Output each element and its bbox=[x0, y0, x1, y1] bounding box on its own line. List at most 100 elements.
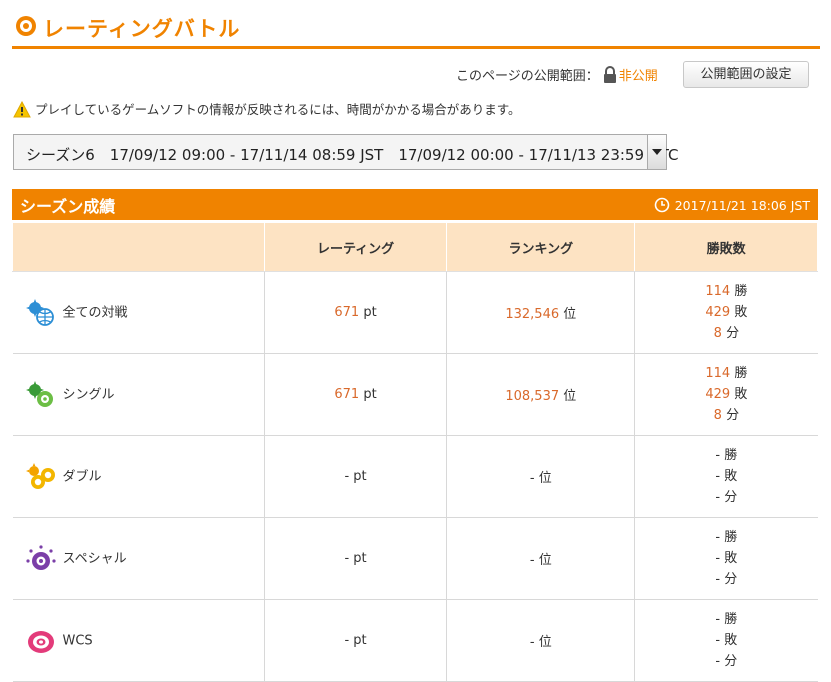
rating-cell: - pt bbox=[263, 435, 447, 518]
wins-unit: 勝 bbox=[724, 448, 738, 463]
wins-value: 114 bbox=[705, 284, 731, 299]
page-title: レーティングバトル bbox=[43, 17, 241, 41]
record-cell: 114 勝 429 敗 8 分 bbox=[634, 353, 818, 436]
table-row: WCS - pt - 位- 勝- 敗- 分 bbox=[12, 599, 818, 682]
rating-cell: 671 pt bbox=[263, 353, 447, 436]
rating-cell: 671 pt bbox=[263, 271, 447, 354]
column-header-ranking: ランキング bbox=[446, 222, 636, 272]
rating-cell: - pt bbox=[263, 599, 447, 682]
rating-unit: pt bbox=[363, 387, 377, 402]
mode-name: スペシャル bbox=[62, 551, 127, 566]
column-header-rating: レーティング bbox=[263, 222, 448, 272]
lock-icon bbox=[603, 66, 616, 83]
table-row: ダブル - pt - 位- 勝- 敗- 分 bbox=[12, 435, 818, 518]
ranking-unit: 位 bbox=[538, 553, 552, 568]
wins: 114 勝 bbox=[636, 281, 816, 302]
rating-unit: pt bbox=[353, 551, 367, 566]
record-cell: - 勝- 敗- 分 bbox=[634, 517, 818, 600]
losses-unit: 敗 bbox=[724, 633, 738, 648]
losses: - 敗 bbox=[636, 548, 816, 569]
ranking-value: 108,537 bbox=[505, 389, 560, 404]
wins-unit: 勝 bbox=[734, 284, 748, 299]
record-cell: - 勝- 敗- 分 bbox=[634, 435, 818, 518]
ranking-unit: 位 bbox=[563, 307, 577, 322]
draws: 8 分 bbox=[636, 323, 816, 344]
mode-cell: シングル bbox=[12, 353, 265, 436]
mode-name: 全ての対戦 bbox=[62, 305, 128, 320]
draws-value: 8 bbox=[713, 408, 722, 423]
rating-cell: - pt bbox=[263, 517, 447, 600]
ranking-unit: 位 bbox=[538, 471, 552, 486]
losses-unit: 敗 bbox=[734, 305, 748, 320]
ranking-unit: 位 bbox=[538, 635, 552, 650]
losses-unit: 敗 bbox=[734, 387, 748, 402]
ranking-cell: - 位 bbox=[446, 599, 635, 682]
season-results-table: レーティング ランキング 勝敗数 全ての対戦 671 pt 132,546 位 114… bbox=[12, 222, 818, 682]
season-select[interactable]: シーズン6 17/09/12 09:00 - 17/11/14 08:59 JS… bbox=[13, 134, 679, 170]
rating-value: - bbox=[344, 633, 350, 648]
losses-value: - bbox=[715, 633, 721, 648]
visibility-settings-button[interactable]: 公開範囲の設定 bbox=[683, 61, 809, 88]
single-battle-icon bbox=[25, 379, 57, 411]
losses: - 敗 bbox=[636, 630, 816, 651]
rating-value: 671 bbox=[334, 305, 360, 320]
rating-value: 671 bbox=[334, 387, 360, 402]
record-cell: 114 勝 429 敗8 分 bbox=[634, 271, 818, 354]
refresh-clock-icon bbox=[654, 197, 670, 213]
losses: 429 敗 bbox=[636, 302, 816, 323]
mode-name: シングル bbox=[62, 387, 115, 402]
special-battle-icon bbox=[25, 543, 57, 575]
rating-unit: pt bbox=[363, 305, 377, 320]
table-header-row: レーティング ランキング 勝敗数 bbox=[12, 222, 818, 272]
rating-unit: pt bbox=[353, 469, 367, 484]
page-header: レーティングバトル bbox=[12, 10, 820, 49]
draws: - 分 bbox=[636, 569, 816, 590]
visibility-label: このページの公開範囲： bbox=[456, 69, 599, 84]
draws: 8 分 bbox=[636, 405, 816, 426]
wins-unit: 勝 bbox=[724, 530, 738, 545]
rating-value: - bbox=[344, 551, 350, 566]
warning-icon bbox=[13, 101, 31, 118]
notice: プレイしているゲームソフトの情報が反映されるには、時間がかかる場合があります。 bbox=[13, 99, 521, 118]
rating-value: - bbox=[344, 469, 350, 484]
visibility-state: 非公開 bbox=[618, 69, 658, 84]
visibility-status: このページの公開範囲： 非公開 bbox=[456, 65, 658, 84]
mode-name: ダブル bbox=[62, 469, 102, 484]
draws-unit: 分 bbox=[724, 490, 738, 505]
table-row: 全ての対戦 671 pt 132,546 位 114 勝 429 敗8 分 bbox=[12, 271, 818, 354]
losses-value: - bbox=[715, 469, 721, 484]
losses-value: 429 bbox=[705, 387, 731, 402]
ranking-cell: 132,546 位 bbox=[446, 271, 635, 354]
losses-unit: 敗 bbox=[724, 469, 738, 484]
draws-value: - bbox=[715, 490, 721, 505]
wins-value: 114 bbox=[705, 366, 731, 381]
wins-unit: 勝 bbox=[734, 366, 748, 381]
wins-value: - bbox=[715, 448, 721, 463]
mode-name: WCS bbox=[62, 633, 93, 648]
draws-value: - bbox=[715, 572, 721, 587]
losses-value: - bbox=[715, 551, 721, 566]
draws: - 分 bbox=[636, 651, 816, 672]
ranking-value: - bbox=[529, 553, 535, 568]
record-cell: - 勝- 敗- 分 bbox=[634, 599, 818, 682]
monster-ball-icon bbox=[16, 16, 36, 36]
wins-unit: 勝 bbox=[724, 612, 738, 627]
updated-timestamp: 2017/11/21 18:06 JST bbox=[654, 197, 810, 213]
wins: - 勝 bbox=[636, 527, 816, 548]
season-select-value: シーズン6 17/09/12 09:00 - 17/11/14 08:59 JS… bbox=[26, 146, 679, 164]
double-battle-icon bbox=[25, 461, 57, 493]
all-battles-icon bbox=[25, 297, 57, 329]
wins: - 勝 bbox=[636, 445, 816, 466]
mode-cell: WCS bbox=[12, 599, 265, 682]
chevron-down-icon[interactable] bbox=[647, 135, 666, 169]
draws: - 分 bbox=[636, 487, 816, 508]
notice-text: プレイしているゲームソフトの情報が反映されるには、時間がかかる場合があります。 bbox=[35, 102, 521, 117]
draws-unit: 分 bbox=[724, 572, 738, 587]
wcs-icon bbox=[25, 625, 57, 657]
losses-value: 429 bbox=[705, 305, 731, 320]
ranking-value: - bbox=[529, 471, 535, 486]
mode-cell: スペシャル bbox=[12, 517, 265, 600]
ranking-unit: 位 bbox=[563, 389, 577, 404]
draws-value: - bbox=[715, 654, 721, 669]
draws-unit: 分 bbox=[726, 326, 740, 341]
